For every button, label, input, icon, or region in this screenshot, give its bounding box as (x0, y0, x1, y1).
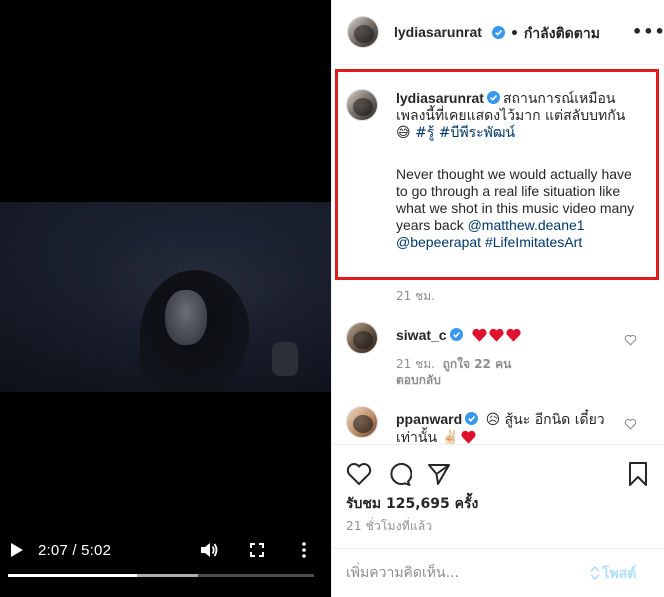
video-time: 2:07 / 5:02 (38, 536, 111, 564)
video-figure-face (165, 290, 207, 345)
caption-avatar[interactable] (346, 89, 378, 121)
hashtag-link[interactable]: #รู้ (415, 125, 434, 141)
video-progress-bar[interactable] (8, 574, 314, 577)
verified-badge-icon (492, 26, 505, 39)
caption-username[interactable]: lydiasarunrat (396, 90, 484, 106)
caption-time: 21 ชม. (396, 289, 435, 303)
comment-input[interactable] (346, 561, 586, 585)
comment-username[interactable]: siwat_c (396, 327, 447, 343)
comment-like-heart-icon[interactable] (624, 418, 637, 430)
video-player[interactable]: 2:07 / 5:02 (0, 0, 331, 597)
play-button[interactable] (6, 536, 28, 564)
verified-badge-icon (486, 91, 500, 104)
reply-button[interactable]: ตอบกลับ (396, 373, 441, 387)
hashtag-link[interactable]: #LifeImitatesArt (485, 234, 582, 250)
post-header: lydiasarunrat • กำลังติดตาม ••• (332, 0, 664, 65)
verified-badge-icon (465, 412, 479, 425)
comment-line: siwat_c (396, 326, 628, 345)
red-heart-emoji-icon (461, 430, 476, 444)
mention-link[interactable]: @bepeerapat (396, 234, 481, 250)
comment-username[interactable]: ppanward (396, 411, 462, 427)
view-count[interactable]: รับชม 125,695 ครั้ง (346, 493, 478, 515)
follow-state[interactable]: • กำลังติดตาม (510, 23, 600, 45)
post-time-ago: 21 ชั่วโมงที่แล้ว (346, 519, 433, 533)
header-username[interactable]: lydiasarunrat (394, 24, 482, 40)
post-comment-label: โพสต์ (602, 566, 637, 582)
caption-english: Never thought we would actually have to … (396, 166, 646, 251)
fullscreen-button[interactable] (248, 536, 266, 564)
fullscreen-icon (250, 543, 264, 557)
video-more-button[interactable] (296, 536, 312, 564)
video-figure-hand (272, 342, 298, 376)
video-controls: 2:07 / 5:02 (0, 536, 331, 566)
current-time: 2:07 (38, 541, 68, 559)
red-heart-emoji-icon (472, 328, 487, 342)
more-vertical-icon (302, 542, 306, 558)
red-heart-emoji-icon (506, 328, 521, 342)
comment-meta: 21 ชม. ถูกใจ 22 คน ตอบกลับ (396, 356, 511, 388)
avatar[interactable] (346, 322, 378, 354)
header-separator: • (510, 26, 519, 42)
video-played (8, 574, 137, 577)
comment-like-heart-icon[interactable] (624, 334, 637, 346)
comments-list[interactable]: lydiasarunrat สถานการณ์เหมือนเพลงนี้ที่เค… (332, 66, 664, 444)
bookmark-icon[interactable] (625, 461, 651, 487)
avatar[interactable] (347, 16, 379, 48)
avatar[interactable] (346, 406, 378, 438)
post-modal: 2:07 / 5:02 lydiasarunrat • กำลังติดตาม … (0, 0, 664, 597)
heart-icon[interactable] (346, 461, 372, 487)
post-panel: lydiasarunrat • กำลังติดตาม ••• lydiasar… (331, 0, 664, 597)
post-comment-button[interactable]: โพสต์ (590, 563, 636, 585)
emoji-icon (590, 565, 600, 581)
volume-icon (201, 543, 218, 557)
volume-button[interactable] (198, 536, 220, 564)
verified-badge-icon (449, 328, 463, 341)
more-options-button[interactable]: ••• (632, 22, 664, 41)
add-comment-bar: โพสต์ (332, 548, 664, 597)
play-icon (11, 543, 23, 557)
video-buffered (136, 574, 198, 577)
comment-icon[interactable] (386, 461, 412, 487)
comment-line: ppanward 😥 สู้นะ อีกนิด เดี๋ยวเท่านั้น ✌… (396, 410, 628, 444)
comment-likes[interactable]: ถูกใจ 22 คน (443, 357, 512, 371)
time-separator: / (72, 541, 77, 559)
video-frame[interactable] (0, 202, 331, 392)
duration: 5:02 (81, 541, 112, 559)
comment-time: 21 ชม. (396, 357, 435, 371)
share-icon[interactable] (426, 461, 452, 487)
red-heart-emoji-icon (489, 328, 504, 342)
post-actions: รับชม 125,695 ครั้ง 21 ชั่วโมงที่แล้ว (332, 444, 664, 548)
follow-state-label: กำลังติดตาม (523, 26, 600, 42)
hashtag-link[interactable]: #บีพีระพัฒน์ (439, 125, 515, 141)
caption-text: lydiasarunrat สถานการณ์เหมือนเพลงนี้ที่เค… (396, 90, 644, 142)
mention-link[interactable]: @matthew.deane1 (468, 217, 585, 233)
